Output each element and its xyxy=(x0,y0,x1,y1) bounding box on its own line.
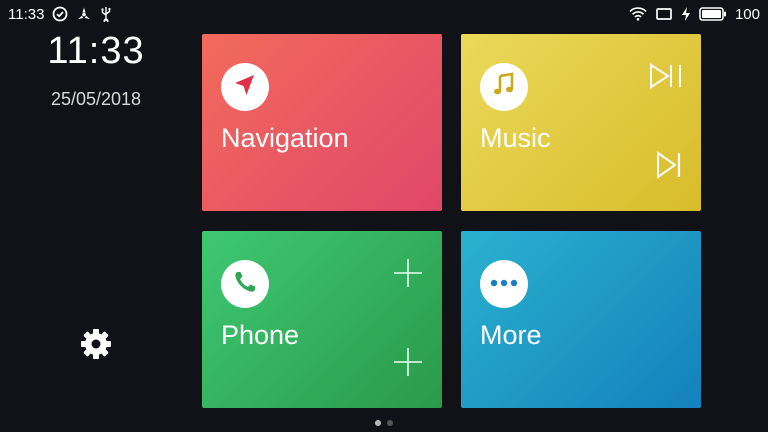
battery-icon xyxy=(699,7,727,21)
music-icon-badge xyxy=(480,63,528,111)
play-pause-button[interactable] xyxy=(647,58,687,98)
phone-icon-badge xyxy=(221,260,269,308)
add-button-bottom[interactable] xyxy=(388,344,428,384)
status-bar: 11:33 100 xyxy=(0,0,768,28)
page-dot-1[interactable] xyxy=(375,420,381,426)
add-icon xyxy=(393,347,423,382)
play-pause-icon xyxy=(648,62,686,94)
gear-icon xyxy=(79,327,113,366)
page-dot-2[interactable] xyxy=(387,420,393,426)
skip-next-button[interactable] xyxy=(649,147,689,187)
phone-icon xyxy=(232,269,258,300)
date: 25/05/2018 xyxy=(50,89,142,109)
clock: 11:33 xyxy=(47,30,145,72)
status-bar-left: 11:33 xyxy=(8,6,112,23)
status-time: 11:33 xyxy=(8,5,45,23)
tile-phone[interactable]: Phone xyxy=(202,231,442,408)
tile-label-navigation: Navigation xyxy=(221,123,349,153)
tile-navigation[interactable]: Navigation xyxy=(202,34,442,211)
tile-label-music: Music xyxy=(480,123,551,153)
status-bar-right: 100 xyxy=(629,6,760,23)
more-icon-badge xyxy=(480,260,528,308)
skip-next-icon xyxy=(655,150,683,185)
tile-music[interactable]: Music xyxy=(461,34,701,211)
music-note-icon xyxy=(491,71,517,103)
page-indicator xyxy=(0,420,768,430)
more-dots-icon xyxy=(490,275,518,293)
navigation-arrow-icon xyxy=(232,72,258,103)
tile-label-phone: Phone xyxy=(221,320,300,350)
usb-icon xyxy=(100,6,112,22)
check-circle-icon xyxy=(52,6,68,22)
battery-percent: 100 xyxy=(734,5,760,23)
wifi-icon xyxy=(629,7,647,21)
settings-button[interactable] xyxy=(78,328,114,364)
tile-more[interactable]: More xyxy=(461,231,701,408)
fan-icon xyxy=(76,6,92,22)
charging-icon xyxy=(681,7,691,21)
car-launcher-screen: 11:33 100 11:33 25/05/2018 Navigation Mu… xyxy=(0,0,768,432)
add-button-top[interactable] xyxy=(388,255,428,295)
navigation-icon-badge xyxy=(221,63,269,111)
screen-cast-icon xyxy=(655,7,673,21)
add-icon xyxy=(393,258,423,293)
tile-label-more: More xyxy=(480,320,542,350)
